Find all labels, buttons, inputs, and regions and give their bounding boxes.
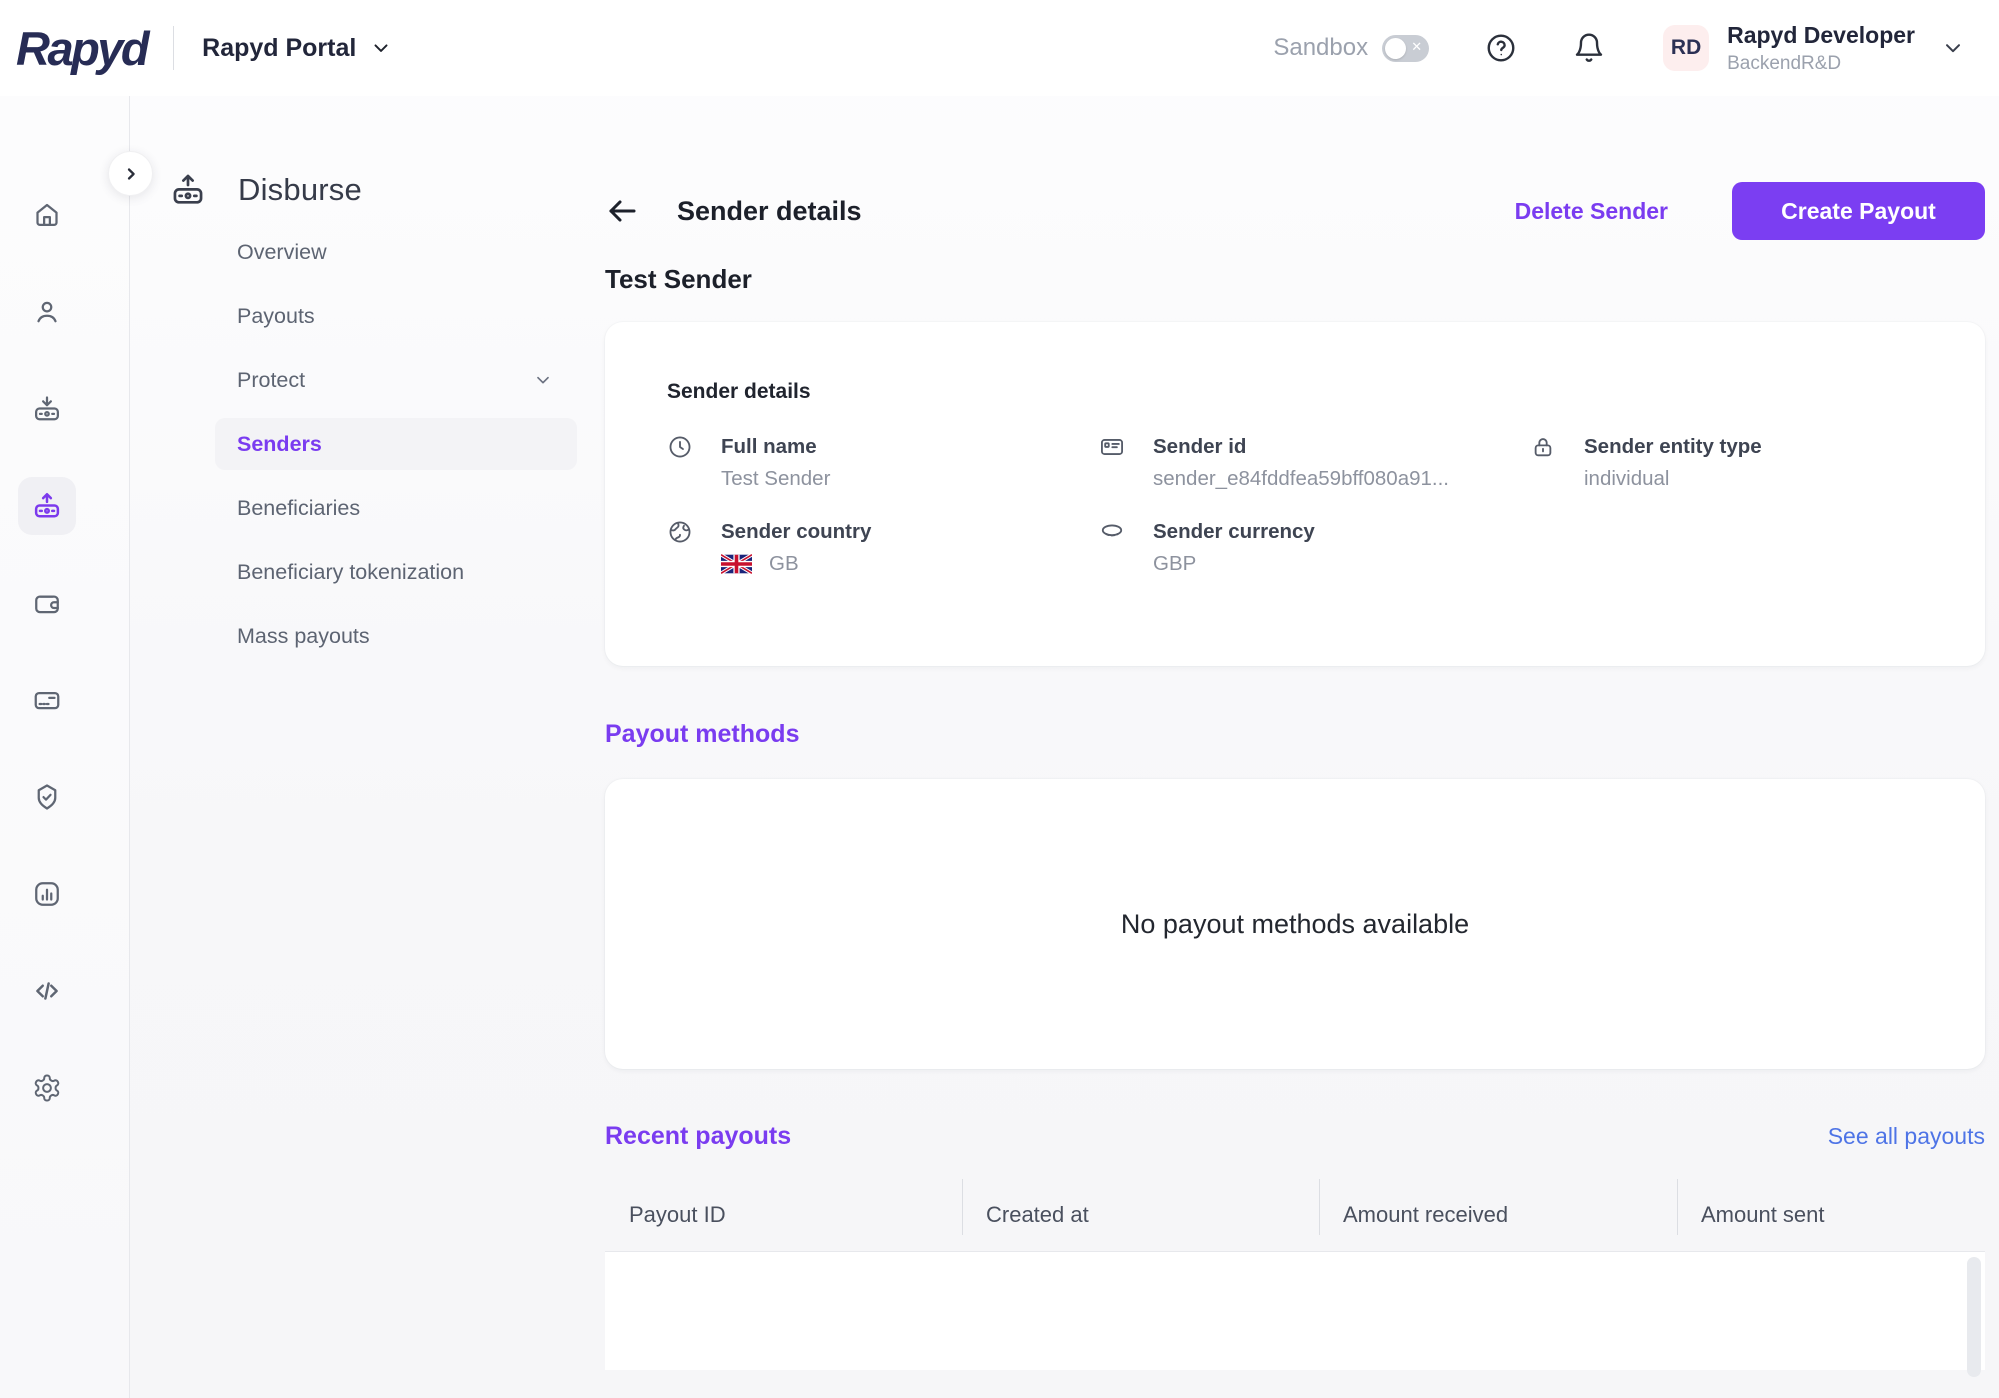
see-all-payouts-link[interactable]: See all payouts (1828, 1123, 1985, 1150)
coin-icon (1099, 519, 1125, 545)
field-value: individual (1584, 467, 1670, 490)
field-sender-country: Sender country GB (667, 519, 1099, 577)
chevron-down-icon (1941, 36, 1965, 60)
column-header-created-at: Created at (962, 1179, 1319, 1251)
column-header-amount-sent: Amount sent (1677, 1179, 1985, 1251)
field-value: sender_e84fddfea59bff080a91... (1153, 467, 1449, 490)
empty-state-text: No payout methods available (1120, 908, 1470, 939)
field-label: Sender entity type (1584, 435, 1762, 458)
toggle-knob (1385, 37, 1407, 59)
sidebar-expand-button[interactable] (108, 151, 153, 196)
nav-settings-icon[interactable] (18, 1059, 76, 1117)
table-body (605, 1252, 1985, 1377)
avatar: RD (1663, 25, 1710, 71)
field-label: Sender id (1153, 435, 1247, 458)
sidebar-item-payouts[interactable]: Payouts (215, 290, 577, 342)
sender-details-card: Sender details Full name Test Sender Sen… (605, 322, 1985, 666)
nav-cards-icon[interactable] (18, 671, 76, 729)
payout-methods-title: Payout methods (605, 720, 800, 748)
header-divider (173, 26, 175, 70)
gb-flag-icon (721, 553, 752, 575)
field-full-name: Full name Test Sender (667, 434, 1099, 492)
nav-wallet-icon[interactable] (18, 574, 76, 632)
clock-icon (667, 434, 693, 460)
sandbox-label: Sandbox (1273, 34, 1369, 61)
field-label: Sender country (721, 520, 872, 543)
chevron-down-icon (370, 37, 392, 59)
sidebar-item-label: Protect (237, 367, 306, 392)
sidebar-item-protect[interactable]: Protect (215, 354, 577, 406)
disburse-icon (170, 172, 206, 208)
column-header-payout-id: Payout ID (629, 1202, 726, 1227)
column-header-amount-received: Amount received (1319, 1179, 1677, 1251)
top-bar: Rapyd Rapyd Portal Sandbox ✕ RD Rapyd De… (0, 0, 1999, 96)
payout-methods-card: No payout methods available (605, 779, 1985, 1069)
notifications-button[interactable] (1573, 32, 1605, 64)
icon-rail (0, 96, 130, 1398)
nav-clients-icon[interactable] (18, 283, 76, 341)
globe-icon (667, 519, 693, 545)
id-card-icon (1099, 434, 1125, 460)
field-sender-currency: Sender currency GBP (1099, 519, 1530, 577)
field-label: Sender currency (1153, 520, 1315, 543)
sidebar-item-label: Beneficiary tokenization (237, 559, 465, 584)
field-value: Test Sender (721, 467, 831, 490)
field-entity-type: Sender entity type individual (1530, 434, 1925, 492)
field-value: GBP (1153, 552, 1197, 575)
sidebar-item-beneficiaries[interactable]: Beneficiaries (215, 482, 577, 534)
portal-label: Rapyd Portal (202, 33, 357, 62)
scrollbar-thumb[interactable] (1967, 1257, 1981, 1377)
portal-switcher[interactable]: Rapyd Portal (202, 34, 392, 63)
help-button[interactable] (1485, 32, 1517, 64)
nav-collect-icon[interactable] (18, 380, 76, 438)
nav-verify-icon[interactable] (18, 768, 76, 826)
page-title: Sender details (677, 195, 862, 226)
sidebar-item-overview[interactable]: Overview (215, 226, 577, 278)
recent-payouts-title: Recent payouts (605, 1122, 792, 1150)
sender-name-heading: Test Sender (605, 264, 752, 294)
main-content: Sender details Delete Sender Create Payo… (605, 96, 1985, 1377)
user-name: Rapyd Developer (1727, 21, 1915, 48)
back-button[interactable] (605, 194, 639, 228)
rapyd-logo[interactable]: Rapyd (16, 21, 173, 76)
recent-payouts-table: Payout ID Created at Amount received Amo… (605, 1179, 1985, 1377)
field-label: Full name (721, 435, 817, 458)
sidebar-title: Disburse (238, 172, 362, 207)
nav-home-icon[interactable] (18, 186, 76, 244)
sidebar-item-label: Beneficiaries (237, 495, 361, 520)
sidebar-menu: Overview Payouts Protect Senders Benefic… (215, 226, 577, 662)
sidebar-item-label: Overview (237, 239, 327, 264)
sidebar-item-label: Senders (237, 431, 322, 456)
lock-icon (1530, 434, 1556, 460)
sidebar-item-label: Mass payouts (237, 623, 370, 648)
disburse-sidebar: Disburse Overview Payouts Protect Sender… (170, 96, 590, 674)
sidebar-item-beneficiary-tokenization[interactable]: Beneficiary tokenization (215, 546, 577, 598)
nav-developers-icon[interactable] (18, 962, 76, 1020)
field-sender-id: Sender id sender_e84fddfea59bff080a91... (1099, 434, 1530, 492)
nav-disburse-icon[interactable] (18, 477, 76, 535)
delete-sender-button[interactable]: Delete Sender (1515, 198, 1668, 225)
sidebar-item-label: Payouts (237, 303, 315, 328)
field-value: GB (769, 552, 799, 575)
user-org: BackendR&D (1727, 52, 1842, 74)
details-card-title: Sender details (667, 380, 811, 403)
user-menu[interactable]: RD Rapyd Developer BackendR&D (1663, 22, 1965, 75)
create-payout-button[interactable]: Create Payout (1732, 182, 1985, 240)
chevron-down-icon (533, 370, 553, 390)
sandbox-toggle[interactable]: ✕ (1382, 34, 1430, 62)
sidebar-item-mass-payouts[interactable]: Mass payouts (215, 610, 577, 662)
toggle-off-icon: ✕ (1411, 38, 1423, 54)
sidebar-item-senders[interactable]: Senders (215, 418, 577, 470)
table-header-row: Payout ID Created at Amount received Amo… (605, 1179, 1985, 1252)
nav-analytics-icon[interactable] (18, 865, 76, 923)
